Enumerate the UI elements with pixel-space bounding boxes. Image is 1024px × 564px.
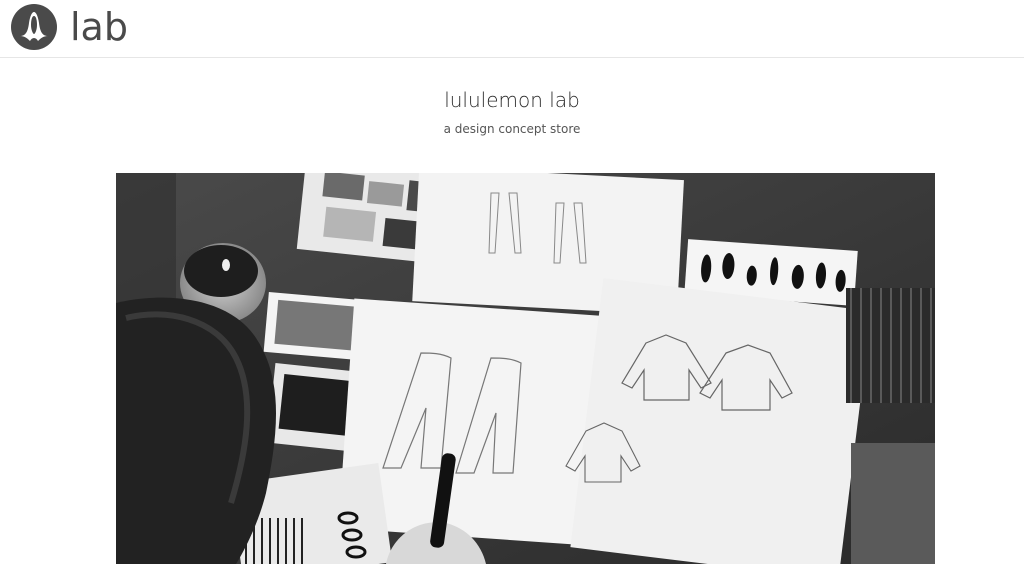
top-header: lab	[0, 0, 1024, 58]
page-subtitle: a design concept store	[443, 122, 581, 136]
hero-photo	[116, 173, 935, 564]
lululemon-logo-icon	[10, 3, 58, 51]
brand-label: lab	[70, 5, 128, 49]
page-title: lululemon lab	[444, 88, 580, 112]
home-logo-link[interactable]: lab	[10, 3, 128, 51]
design-sketches-photo	[116, 173, 935, 564]
